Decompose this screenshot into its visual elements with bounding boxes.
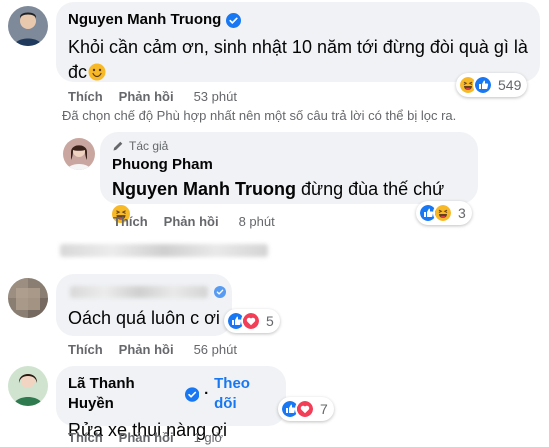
comment-author[interactable]: Nguyen Manh Truong <box>68 10 528 30</box>
love-reaction-icon <box>295 399 315 419</box>
like-button[interactable]: Thích <box>68 342 103 357</box>
separator: · <box>204 385 210 402</box>
smile-emoji-icon <box>88 63 106 88</box>
reply-button[interactable]: Phản hồi <box>119 430 174 445</box>
reply-text-content: đừng đùa thế chứ <box>301 179 445 199</box>
reaction-summary[interactable]: 5 <box>224 309 280 333</box>
verified-badge-icon <box>214 286 226 298</box>
comment-text: Oách quá luôn c ơi <box>68 308 220 328</box>
comment-timestamp[interactable]: 8 phút <box>239 214 275 229</box>
reply-actions: Thích Phản hồi 8 phút <box>113 214 275 229</box>
pencil-icon <box>113 141 123 151</box>
avatar-phuong-pham[interactable] <box>63 138 95 170</box>
comment-bubble: Nguyen Manh Truong Khỏi cần cảm ơn, sinh… <box>56 2 540 82</box>
follow-button[interactable]: Theo dõi <box>214 374 274 414</box>
comment-author[interactable]: Lã Thanh Huyền · Theo dõi <box>68 374 274 414</box>
avatar-la-thanh-huyen[interactable] <box>8 366 48 406</box>
reaction-count: 549 <box>498 77 522 93</box>
reply-author[interactable]: Phuong Pham <box>112 155 466 175</box>
reply-bubble: Tác giả Phuong Pham Nguyen Manh Truong đ… <box>100 132 478 204</box>
author-badge-label: Tác giả <box>129 139 169 153</box>
like-button[interactable]: Thích <box>113 214 148 229</box>
comment-bubble: Lã Thanh Huyền · Theo dõi Rửa xe thui nà… <box>56 366 286 440</box>
reply-button[interactable]: Phản hồi <box>119 89 174 104</box>
comment-bubble: Oách quá luôn c ơi <box>56 274 232 336</box>
like-button[interactable]: Thích <box>68 430 103 445</box>
reaction-summary[interactable]: 549 <box>456 73 528 97</box>
love-reaction-icon <box>241 311 261 331</box>
avatar-blurred[interactable] <box>8 278 48 318</box>
blurred-author-name[interactable] <box>68 282 220 302</box>
author-name[interactable]: Nguyen Manh Truong <box>68 10 221 30</box>
haha-reaction-icon <box>433 203 453 223</box>
avatar-nguyen-manh-truong[interactable] <box>8 6 48 46</box>
comment-actions: Thích Phản hồi 56 phút <box>68 342 237 357</box>
comment-timestamp[interactable]: 56 phút <box>194 342 237 357</box>
comment-actions: Thích Phản hồi 53 phút <box>68 89 237 104</box>
comment-timestamp[interactable]: 53 phút <box>194 89 237 104</box>
reaction-count: 7 <box>320 401 328 417</box>
like-button[interactable]: Thích <box>68 89 103 104</box>
author-name[interactable]: Phuong Pham <box>112 155 213 175</box>
reply-button[interactable]: Phản hồi <box>164 214 219 229</box>
comment-actions: Thích Phản hồi 1 giờ <box>68 430 223 445</box>
mention-link[interactable]: Nguyen Manh Truong <box>112 179 296 199</box>
reaction-summary[interactable]: 7 <box>278 397 334 421</box>
reply-button[interactable]: Phản hồi <box>119 342 174 357</box>
reaction-count: 5 <box>266 313 274 329</box>
verified-badge-icon <box>185 387 199 402</box>
verified-badge-icon <box>226 13 241 28</box>
author-badge: Tác giả <box>112 139 466 153</box>
author-name[interactable]: Lã Thanh Huyền <box>68 374 180 414</box>
filter-notice: Đã chọn chế độ Phù hợp nhất nên một số c… <box>62 108 457 123</box>
like-reaction-icon <box>473 75 493 95</box>
reaction-summary[interactable]: 3 <box>416 201 472 225</box>
reaction-count: 3 <box>458 205 466 221</box>
comment-timestamp[interactable]: 1 giờ <box>194 430 224 445</box>
